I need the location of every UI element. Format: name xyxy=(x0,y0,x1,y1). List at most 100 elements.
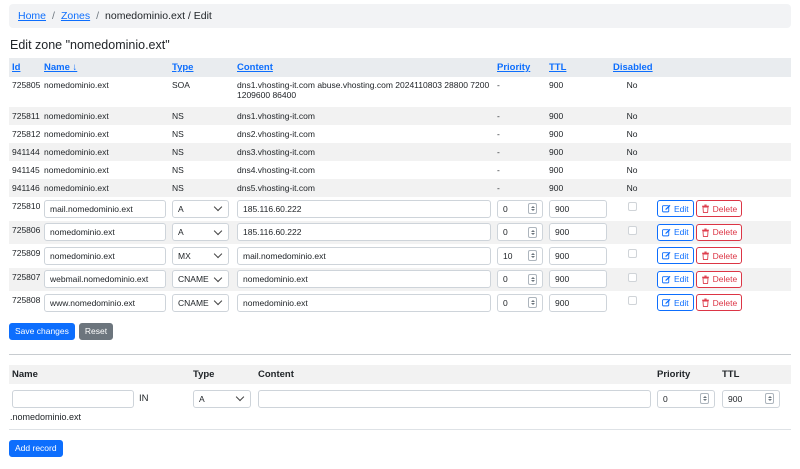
record-disabled: No xyxy=(626,129,638,139)
spinner-icon[interactable] xyxy=(528,273,537,285)
edit-label: Edit xyxy=(674,227,689,238)
sort-by-id-link[interactable]: Id xyxy=(12,62,20,73)
record-name-input[interactable]: nomedominio.ext xyxy=(44,223,166,242)
delete-record-button[interactable]: Delete xyxy=(695,294,743,312)
edit-record-button[interactable]: Edit xyxy=(657,294,694,312)
record-content-input[interactable]: 185.116.60.222 xyxy=(237,199,491,218)
add-header-name: Name xyxy=(9,364,136,384)
record-priority-input[interactable]: 10 xyxy=(497,246,543,265)
record-disabled: No xyxy=(626,165,638,175)
record-priority-input[interactable]: 0 xyxy=(497,223,543,242)
new-record-priority-input[interactable]: 0 xyxy=(657,389,715,408)
table-header-row: Id Name ↓ Type Content Priority TTL Disa… xyxy=(9,58,791,77)
edit-record-button[interactable]: Edit xyxy=(657,200,694,218)
record-type-select[interactable]: CNAME xyxy=(172,293,229,312)
record-disabled-checkbox[interactable] xyxy=(627,249,637,258)
record-priority: - xyxy=(494,107,546,125)
record-disabled-checkbox[interactable] xyxy=(627,225,637,235)
breadcrumb-zones-link[interactable]: Zones xyxy=(61,10,90,22)
column-header-disabled[interactable]: Disabled xyxy=(610,58,654,77)
record-content-value: nomedominio.ext xyxy=(243,274,308,285)
record-id: 725810 xyxy=(12,201,41,211)
spinner-icon[interactable] xyxy=(700,393,709,404)
record-disabled: No xyxy=(610,179,654,197)
record-name-input[interactable]: nomedominio.ext xyxy=(44,246,166,265)
record-type: NS xyxy=(172,165,184,175)
record-disabled: No xyxy=(610,107,654,125)
column-header-id[interactable]: Id xyxy=(9,58,41,77)
chevron-down-icon xyxy=(213,273,223,282)
delete-record-button[interactable]: Delete xyxy=(695,270,743,288)
record-disabled-checkbox[interactable] xyxy=(627,296,637,305)
record-content-input[interactable]: mail.nomedominio.ext xyxy=(237,246,491,265)
spinner-icon[interactable] xyxy=(528,203,537,215)
record-name-input[interactable]: mail.nomedominio.ext xyxy=(44,199,166,218)
sort-by-type-link[interactable]: Type xyxy=(172,62,193,73)
new-record-type-select[interactable]: A xyxy=(193,389,251,408)
spinner-icon[interactable] xyxy=(528,250,537,262)
table-row: 941146 nomedominio.ext NS dns5.vhosting-… xyxy=(9,179,791,197)
record-name: nomedominio.ext xyxy=(41,179,169,197)
record-type-select[interactable]: A xyxy=(172,199,229,218)
reset-button[interactable]: Reset xyxy=(78,322,114,340)
column-header-type[interactable]: Type xyxy=(169,58,234,77)
spinner-icon[interactable] xyxy=(528,226,537,238)
delete-label: Delete xyxy=(712,297,738,308)
record-disabled-checkbox[interactable] xyxy=(627,272,637,282)
record-type-value: A xyxy=(178,203,184,214)
record-type-select[interactable]: A xyxy=(172,223,229,242)
record-priority: - xyxy=(494,179,546,197)
edit-record-button[interactable]: Edit xyxy=(657,270,694,288)
record-priority-input[interactable]: 0 xyxy=(497,270,543,289)
sort-by-ttl-link[interactable]: TTL xyxy=(549,62,566,73)
record-priority: - xyxy=(497,165,500,175)
edit-record-button[interactable]: Edit xyxy=(657,223,694,241)
record-name-input[interactable]: www.nomedominio.ext xyxy=(44,293,166,312)
record-ttl-input[interactable]: 900 xyxy=(549,199,607,218)
record-ttl-input[interactable]: 900 xyxy=(549,270,607,289)
new-record-type-value: A xyxy=(199,393,205,404)
spinner-icon[interactable] xyxy=(528,297,537,309)
new-record-ttl-input[interactable]: 900 xyxy=(722,389,780,408)
record-priority-input[interactable]: 0 xyxy=(497,293,543,312)
record-ttl-input[interactable]: 900 xyxy=(549,246,607,265)
in-label: IN xyxy=(139,393,149,404)
add-record-form: Name Type Content Priority TTL IN A 0 90… xyxy=(9,364,791,410)
add-record-button[interactable]: Add record xyxy=(9,439,63,457)
record-priority: - xyxy=(497,129,500,139)
column-header-content[interactable]: Content xyxy=(234,58,494,77)
delete-record-button[interactable]: Delete xyxy=(695,247,743,265)
record-type: NS xyxy=(169,107,234,125)
record-type-select[interactable]: MX xyxy=(172,246,229,265)
record-name-input[interactable]: webmail.nomedominio.ext xyxy=(44,270,166,289)
new-record-content-input[interactable] xyxy=(258,389,651,408)
delete-record-button[interactable]: Delete xyxy=(695,200,743,218)
delete-record-button[interactable]: Delete xyxy=(695,223,743,241)
spinner-icon[interactable] xyxy=(765,393,774,404)
sort-by-name-link[interactable]: Name ↓ xyxy=(44,62,77,73)
record-content-input[interactable]: nomedominio.ext xyxy=(237,270,491,289)
chevron-down-icon xyxy=(213,297,223,306)
column-header-ttl[interactable]: TTL xyxy=(546,58,610,77)
edit-record-button[interactable]: Edit xyxy=(657,247,694,265)
sort-by-priority-link[interactable]: Priority xyxy=(497,62,530,73)
column-header-name[interactable]: Name ↓ xyxy=(41,58,169,77)
sort-by-disabled-link[interactable]: Disabled xyxy=(613,62,653,73)
record-content-input[interactable]: nomedominio.ext xyxy=(237,293,491,312)
record-content-input[interactable]: 185.116.60.222 xyxy=(237,223,491,242)
edit-label: Edit xyxy=(674,297,689,308)
record-ttl-input[interactable]: 900 xyxy=(549,223,607,242)
record-priority-input[interactable]: 0 xyxy=(497,199,543,218)
record-disabled-checkbox[interactable] xyxy=(627,202,637,211)
sort-by-content-link[interactable]: Content xyxy=(237,62,273,73)
column-header-priority[interactable]: Priority xyxy=(494,58,546,77)
record-type-select[interactable]: CNAME xyxy=(172,270,229,289)
record-ttl: 900 xyxy=(549,165,564,175)
new-record-name-input[interactable] xyxy=(12,389,134,408)
breadcrumb-home-link[interactable]: Home xyxy=(18,10,46,22)
save-changes-button[interactable]: Save changes xyxy=(9,322,75,340)
record-ttl-input[interactable]: 900 xyxy=(549,293,607,312)
record-id: 725806 xyxy=(9,220,41,244)
record-type-value: CNAME xyxy=(178,297,209,308)
add-header-ttl: TTL xyxy=(719,364,791,384)
